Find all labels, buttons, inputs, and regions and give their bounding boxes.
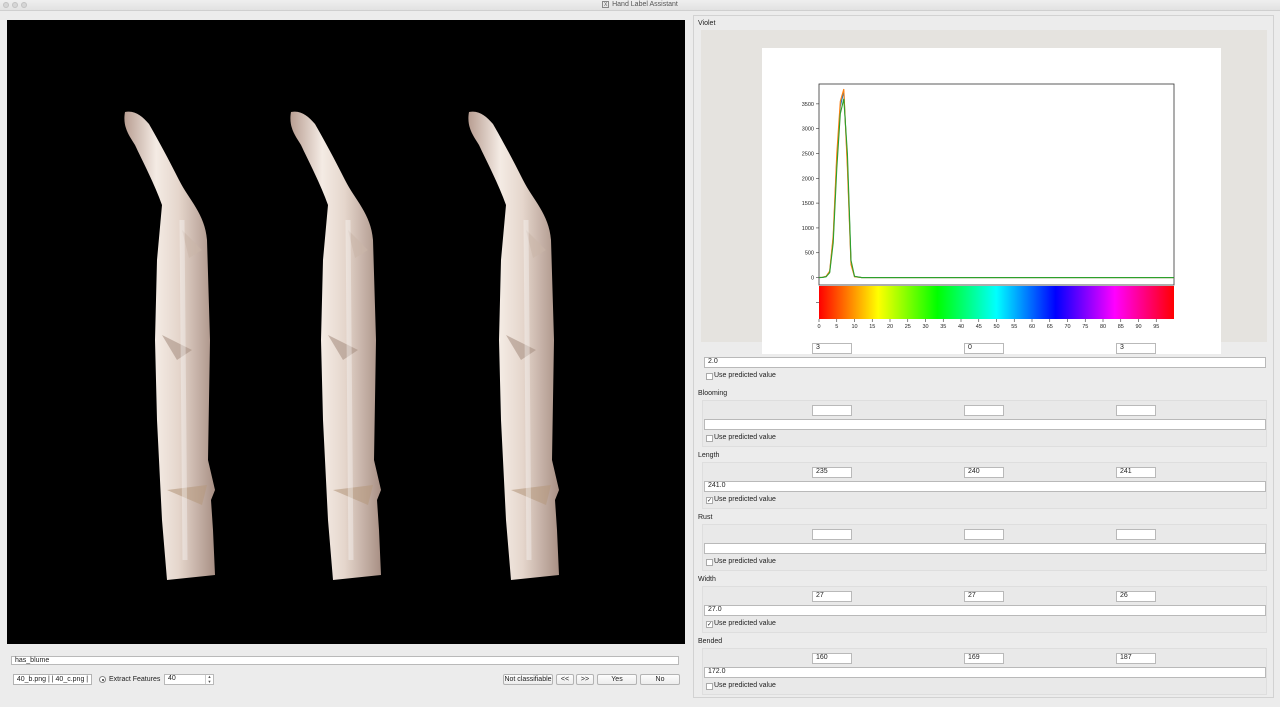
- x-tick-label: 30: [922, 324, 928, 330]
- x-tick-label: 70: [1064, 324, 1070, 330]
- bended-result-field[interactable]: 172.0: [704, 667, 1266, 678]
- x-tick-label: 25: [905, 324, 911, 330]
- stalk-image-a: [124, 112, 215, 580]
- section-title-rust: Rust: [698, 514, 713, 521]
- bended-use-predicted-label: Use predicted value: [714, 682, 776, 689]
- y-tick-label: 3000: [802, 127, 814, 133]
- bottom-controls: 40_b.png | | 40_c.png | Extract Features…: [13, 674, 683, 686]
- y-tick-label: 2500: [802, 151, 814, 157]
- asparagus-image-view: [7, 20, 685, 644]
- violet-use-predicted-checkbox[interactable]: [706, 373, 713, 380]
- x11-app-icon: X: [602, 0, 610, 8]
- x-tick-label: 15: [869, 324, 875, 330]
- x-tick-label: 75: [1082, 324, 1088, 330]
- asparagus-images: [7, 20, 685, 644]
- previous-button[interactable]: <<: [556, 674, 574, 685]
- blooming-use-predicted-checkbox[interactable]: [706, 435, 713, 442]
- x-tick-label: 20: [887, 324, 893, 330]
- plot-frame: [818, 83, 1175, 286]
- file-list-button[interactable]: 40_b.png | | 40_c.png |: [13, 674, 92, 685]
- window-titlebar: X Hand Label Assistant: [0, 0, 1280, 11]
- section-title-length: Length: [698, 452, 720, 459]
- bended-use-predicted-checkbox[interactable]: [706, 683, 713, 690]
- bended-value-3[interactable]: 187: [1116, 653, 1156, 664]
- stalk-image-b: [290, 112, 381, 580]
- x-tick-label: 40: [958, 324, 964, 330]
- section-title-blooming: Blooming: [698, 390, 728, 397]
- blooming-value-2[interactable]: [964, 405, 1004, 416]
- x-tick-label: 0: [817, 324, 820, 330]
- frame-spinbox-value: 40: [168, 675, 176, 682]
- yes-button[interactable]: Yes: [597, 674, 637, 685]
- violet-result-field[interactable]: 2.0: [704, 357, 1266, 368]
- x-tick-label: 55: [1011, 324, 1017, 330]
- window-title: X Hand Label Assistant: [602, 0, 678, 8]
- hue-histogram-figure: 0 500 1000 1500 2000 2500 3000 3500 0 5 10 15 20 25 30…: [762, 48, 1221, 354]
- hue-colorbar: [819, 286, 1174, 319]
- section-title-bended: Bended: [698, 638, 723, 645]
- blooming-use-predicted-label: Use predicted value: [714, 434, 776, 441]
- y-tick-label: 1500: [802, 201, 814, 207]
- blooming-value-1[interactable]: [812, 405, 852, 416]
- x-tick-label: 50: [993, 324, 999, 330]
- extract-features-radio[interactable]: [99, 676, 106, 683]
- width-value-1[interactable]: 27: [812, 591, 852, 602]
- spin-arrows-icon[interactable]: ▲ ▼: [205, 674, 213, 684]
- bended-value-2[interactable]: 169: [964, 653, 1004, 664]
- blooming-value-3[interactable]: [1116, 405, 1156, 416]
- violet-value-2[interactable]: 0: [964, 343, 1004, 354]
- x-tick-label: 85: [1118, 324, 1124, 330]
- y-tick-label: 3500: [802, 102, 814, 108]
- violet-value-3[interactable]: 3: [1116, 343, 1156, 354]
- rust-result-field[interactable]: [704, 543, 1266, 554]
- y-tick-label: 2000: [802, 176, 814, 182]
- rust-value-1[interactable]: [812, 529, 852, 540]
- width-value-3[interactable]: 26: [1116, 591, 1156, 602]
- feature-panel: Violet 0 500 1000 1500 2000 2500 3000 3500 0 5 10 1…: [693, 15, 1274, 698]
- x-tick-label: 60: [1029, 324, 1035, 330]
- x-tick-label: 80: [1100, 324, 1106, 330]
- histogram-area: 0 500 1000 1500 2000 2500 3000 3500 0 5 10 15 20 25 30…: [701, 30, 1267, 354]
- y-tick-label: 500: [805, 251, 814, 257]
- section-title-width: Width: [698, 576, 716, 583]
- x-tick-label: 45: [976, 324, 982, 330]
- not-classifiable-button[interactable]: Not classifiable: [503, 674, 553, 685]
- bended-value-1[interactable]: 160: [812, 653, 852, 664]
- x-tick-label: 90: [1135, 324, 1141, 330]
- width-use-predicted-checkbox[interactable]: ✓: [706, 621, 713, 628]
- y-tick-label: 1000: [802, 226, 814, 232]
- no-button[interactable]: No: [640, 674, 680, 685]
- violet-value-1[interactable]: 3: [812, 343, 852, 354]
- length-use-predicted-checkbox[interactable]: ✓: [706, 497, 713, 504]
- stalk-image-c: [468, 112, 559, 580]
- rust-value-2[interactable]: [964, 529, 1004, 540]
- rust-value-3[interactable]: [1116, 529, 1156, 540]
- left-panel: has_blume 40_b.png | | 40_c.png | Extrac…: [5, 15, 691, 698]
- width-use-predicted-label: Use predicted value: [714, 620, 776, 627]
- rust-use-predicted-label: Use predicted value: [714, 558, 776, 565]
- blooming-result-field[interactable]: [704, 419, 1266, 430]
- label-text-field[interactable]: has_blume: [11, 656, 679, 665]
- length-value-3[interactable]: 241: [1116, 467, 1156, 478]
- x-tick-label: 10: [851, 324, 857, 330]
- x-tick-label: 65: [1047, 324, 1053, 330]
- length-result-field[interactable]: 241.0: [704, 481, 1266, 492]
- rust-use-predicted-checkbox[interactable]: [706, 559, 713, 566]
- x-tick-label: 35: [940, 324, 946, 330]
- x-tick-label: 5: [835, 324, 838, 330]
- length-use-predicted-label: Use predicted value: [714, 496, 776, 503]
- violet-use-predicted-label: Use predicted value: [714, 372, 776, 379]
- extract-features-label: Extract Features: [109, 676, 161, 683]
- width-result-field[interactable]: 27.0: [704, 605, 1266, 616]
- section-title-violet: Violet: [698, 20, 716, 27]
- next-button[interactable]: >>: [576, 674, 594, 685]
- length-value-2[interactable]: 240: [964, 467, 1004, 478]
- y-tick-label: 0: [811, 276, 814, 282]
- hue-histogram-chart: 0 500 1000 1500 2000 2500 3000 3500 0 5 10 15 20 25 30…: [802, 83, 1175, 330]
- width-value-2[interactable]: 27: [964, 591, 1004, 602]
- x-tick-label: 95: [1153, 324, 1159, 330]
- length-value-1[interactable]: 235: [812, 467, 852, 478]
- frame-spinbox[interactable]: 40 ▲ ▼: [164, 674, 214, 685]
